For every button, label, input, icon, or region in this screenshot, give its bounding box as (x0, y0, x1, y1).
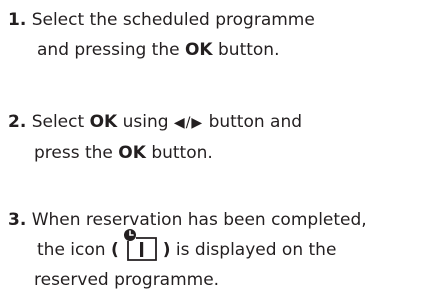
step-1-line-2: and pressing the OK button. (8, 35, 315, 65)
step-text: button. (212, 40, 280, 60)
step-number: 3. (8, 210, 27, 230)
step-text: Select (31, 112, 90, 132)
step-2-line-2: press the OK button. (8, 138, 302, 168)
paren-open: ( (110, 240, 119, 260)
step-text: button and (203, 112, 303, 132)
left-right-arrows-icon: ◀/▶ (173, 115, 204, 131)
ok-button-label: OK (184, 40, 213, 60)
ok-button-label: OK (118, 143, 146, 163)
step-1-line-1: 1. Select the scheduled programme (8, 5, 315, 35)
step-3-line-2: the icon () is displayed on the (8, 229, 367, 265)
step-text: press the (34, 143, 119, 163)
paren-close: ) (162, 240, 171, 260)
step-3-line-1: 3. When reservation has been completed, (8, 205, 367, 235)
step-text: is displayed on the (170, 240, 337, 260)
reservation-timer-icon (122, 229, 160, 261)
step-1: 1. Select the scheduled programme and pr… (8, 5, 315, 65)
step-3: 3. When reservation has been completed, … (8, 205, 367, 295)
step-text: Select the scheduled programme (31, 10, 315, 30)
step-text: the icon (37, 240, 111, 260)
step-text: When reservation has been completed, (31, 210, 367, 230)
step-number: 2. (8, 112, 27, 132)
ok-option-label: OK (89, 112, 118, 132)
step-text: button. (145, 143, 213, 163)
step-text: and pressing the (37, 40, 185, 60)
step-2-line-1: 2. Select OK using ◀/▶ button and (8, 107, 302, 138)
step-text: reserved programme. (34, 270, 220, 290)
step-2: 2. Select OK using ◀/▶ button and press … (8, 107, 302, 168)
step-number: 1. (8, 10, 27, 30)
step-text: using (117, 112, 174, 132)
